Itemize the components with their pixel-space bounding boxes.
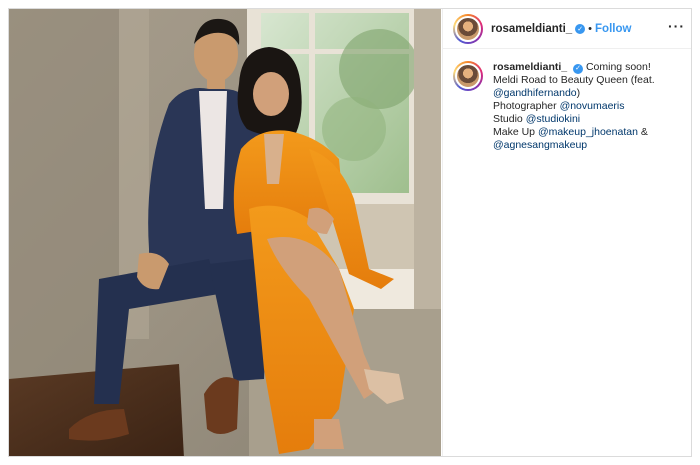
instagram-post: rosameldianti_ ✓ • Follow ··· rosameldia… [8, 8, 692, 457]
caption-line-5: Studio @studiokini [493, 113, 655, 126]
post-header: rosameldianti_ ✓ • Follow ··· [443, 9, 691, 49]
caption-line-6: Make Up @makeup_jhoenatan & [493, 126, 655, 139]
verified-badge-icon: ✓ [575, 23, 586, 34]
separator-dot: • [588, 22, 593, 35]
verified-badge-icon: ✓ [573, 63, 584, 74]
profile-avatar[interactable] [453, 13, 483, 44]
caption-label: Studio [493, 113, 526, 125]
caption-line-7: @agnesangmakeup [493, 139, 655, 152]
mention-link[interactable]: @novumaeris [560, 100, 625, 112]
caption-line-4: Photographer @novumaeris [493, 100, 655, 113]
mention-link[interactable]: @makeup_jhoenatan [538, 126, 638, 138]
couple-photo-illustration [9, 9, 441, 456]
caption-ampersand: & [637, 126, 648, 138]
follow-button[interactable]: Follow [595, 23, 631, 35]
caption-line-2: Meldi Road to Beauty Queen (feat. [493, 74, 655, 86]
caption-text: rosameldianti_ ✓ Coming soon! Meldi Road… [493, 61, 655, 152]
caption-paren: ) [576, 87, 581, 99]
mention-link[interactable]: @agnesangmakeup [493, 139, 587, 151]
avatar-photo [455, 15, 481, 42]
avatar-photo [455, 63, 481, 89]
caption-avatar[interactable] [453, 61, 483, 91]
mention-link[interactable]: @gandhifernando [493, 87, 577, 99]
mention-link[interactable]: @studiokini [526, 113, 580, 125]
more-options-icon[interactable]: ··· [668, 18, 685, 40]
caption-line-3: @gandhifernando) [493, 87, 655, 100]
caption-label: Photographer [493, 100, 560, 112]
post-caption: rosameldianti_ ✓ Coming soon! Meldi Road… [443, 49, 691, 152]
caption-username[interactable]: rosameldianti_ [493, 61, 567, 73]
caption-label: Make Up [493, 126, 538, 138]
caption-intro: Coming soon! [585, 61, 651, 73]
header-username[interactable]: rosameldianti_ [491, 23, 572, 35]
post-photo[interactable] [9, 9, 441, 456]
caption-line-1: rosameldianti_ ✓ Coming soon! [493, 61, 655, 74]
post-side-panel: rosameldianti_ ✓ • Follow ··· rosameldia… [442, 9, 691, 456]
